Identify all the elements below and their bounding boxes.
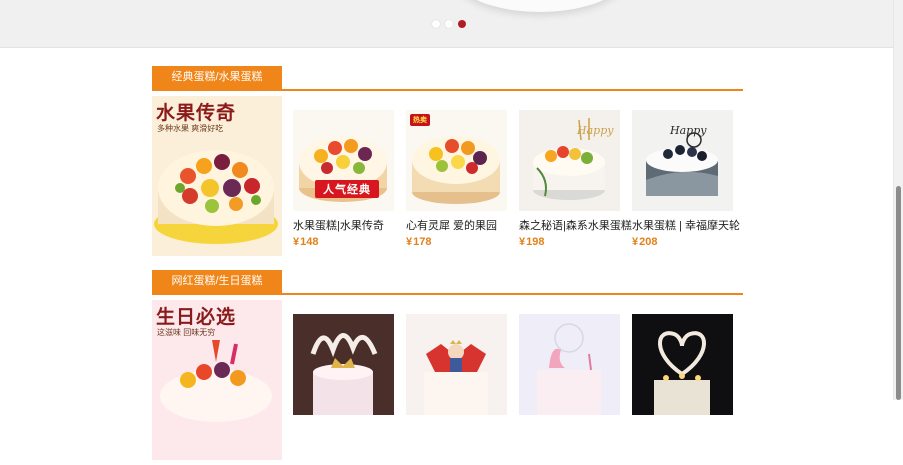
carousel-dot-3[interactable] [458,20,466,28]
promo-banner[interactable]: 水果传奇 多种水果 爽滑好吃 [152,96,282,256]
product-card[interactable]: 热卖 心有灵犀 爱的果园 ¥178 [406,110,507,248]
product-image[interactable]: Happy [519,110,620,211]
vertical-scrollbar[interactable] [893,0,903,400]
product-image[interactable]: Happy [632,110,733,211]
carousel-dot-1[interactable] [432,20,440,28]
product-name[interactable]: 森之秘语|森系水果蛋糕 [519,217,632,233]
product-price: ¥148 [293,236,319,248]
promo-birthday-cake-image [160,340,272,422]
section-tab[interactable]: 网红蛋糕/生日蛋糕 [152,270,282,293]
product-name[interactable]: 水果蛋糕|水果传奇 [293,217,394,233]
section-header: 网红蛋糕/生日蛋糕 [152,270,743,295]
product-card[interactable] [632,314,733,421]
product-name[interactable]: 心有灵犀 爱的果园 [406,217,507,233]
svg-text:Happy: Happy [576,124,614,137]
promo-fruit-cake-image [154,150,278,244]
promo-banner[interactable]: 生日必选 这滋味 回味无穷 [152,300,282,460]
hero-cake-plate-image [455,0,625,12]
section-trendy-birthday-cakes: 网红蛋糕/生日蛋糕 生日必选 这滋味 回味无穷 [152,270,743,465]
carousel-dot-2[interactable] [445,20,453,28]
product-price: ¥178 [406,236,432,248]
product-price: ¥208 [632,236,658,248]
product-image[interactable]: 人气经典 [293,110,394,211]
product-name[interactable]: 水果蛋糕 | 幸福摩天轮 [632,217,740,233]
product-card[interactable] [406,314,507,421]
carousel-indicators [432,20,466,28]
scrollbar-thumb[interactable] [896,186,901,400]
product-card[interactable] [293,314,394,421]
product-card[interactable] [519,314,620,421]
product-card[interactable]: Happy 森之秘语|森系水果蛋糕 ¥198 [519,110,632,248]
section-tab[interactable]: 经典蛋糕/水果蛋糕 [152,66,282,89]
hot-sale-tag: 热卖 [410,114,430,126]
product-image[interactable]: 热卖 [406,110,507,211]
section-header: 经典蛋糕/水果蛋糕 [152,66,743,91]
product-price: ¥198 [519,236,545,248]
hero-carousel[interactable] [0,0,893,48]
product-badge: 人气经典 [315,180,379,198]
product-card[interactable]: 人气经典 水果蛋糕|水果传奇 ¥148 [293,110,394,248]
section-classic-fruit-cakes: 经典蛋糕/水果蛋糕 水果传奇 多种水果 爽滑好吃 人气经典 水果蛋糕|水果传奇 … [152,66,743,261]
product-card[interactable]: Happy 水果蛋糕 | 幸福摩天轮 ¥208 [632,110,740,248]
